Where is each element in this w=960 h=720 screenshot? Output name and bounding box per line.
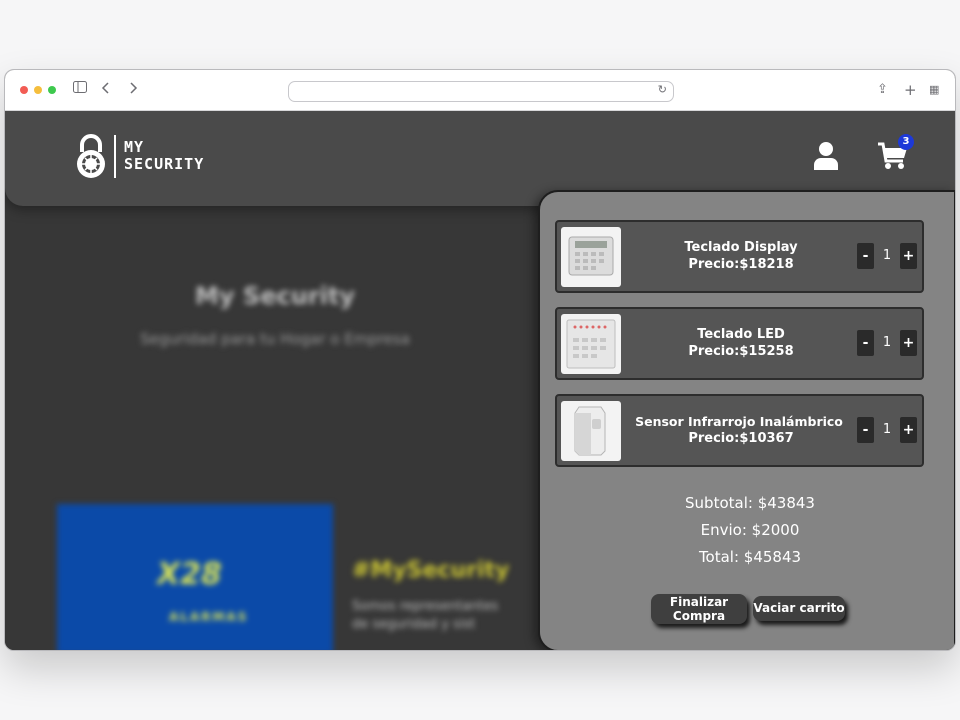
increase-quantity-button[interactable]: +: [900, 417, 917, 443]
hero-title: My Security: [195, 282, 355, 310]
lock-icon[interactable]: [75, 133, 107, 183]
cart-total: Total: $45843: [698, 548, 802, 566]
item-name: Teclado Display: [684, 240, 798, 255]
browser-window: ↻ ⇪ + ▦ MY SECURITY 3 My Security Seguri…: [4, 69, 956, 651]
share-icon[interactable]: ⇪: [877, 81, 888, 99]
item-quantity: 1: [882, 422, 892, 437]
product-image-teclado-display: [561, 227, 621, 287]
maximize-window-button[interactable]: [48, 86, 56, 94]
checkout-button-line-2: Compra: [672, 609, 726, 623]
brand-image: X28 ALARMAS: [57, 504, 333, 650]
tab-overview-icon[interactable]: ▦: [929, 81, 939, 99]
address-bar[interactable]: ↻: [288, 81, 674, 102]
decrease-quantity-button[interactable]: -: [857, 330, 874, 356]
cart-item: Teclado LED Precio:$15258 - 1 +: [555, 307, 924, 380]
decrease-quantity-button[interactable]: -: [857, 417, 874, 443]
browser-toolbar: ↻ ⇪ + ▦: [5, 70, 955, 111]
reload-icon[interactable]: ↻: [658, 83, 667, 96]
logo-line-1: MY: [124, 138, 145, 156]
cart-panel: Teclado Display Precio:$18218 - 1 + Tecl: [538, 190, 955, 650]
item-price: Precio:$10367: [688, 431, 794, 446]
about-text: Somos representantes de seguridad y sist: [352, 599, 499, 632]
chevron-right-icon[interactable]: [128, 81, 138, 101]
cart-count-badge: 3: [898, 134, 914, 150]
cart-item: Sensor Infrarrojo Inalámbrico Precio:$10…: [555, 394, 924, 467]
user-icon[interactable]: [813, 141, 839, 175]
product-image-sensor-infrarrojo: [561, 401, 621, 461]
logo-divider: [114, 135, 116, 178]
minimize-window-button[interactable]: [34, 86, 42, 94]
checkout-button-line-1: Finalizar: [669, 595, 729, 609]
hashtag-heading: #MySecurity: [352, 558, 510, 583]
page-content: MY SECURITY 3 My Security Seguridad para…: [5, 111, 955, 650]
logo-text[interactable]: MY SECURITY: [124, 139, 204, 173]
item-name: Sensor Infrarrojo Inalámbrico: [635, 414, 843, 429]
sidebar-toggle-icon[interactable]: [73, 81, 87, 99]
hero-subtitle: Seguridad para tu Hogar o Empresa: [140, 330, 410, 348]
chevron-left-icon[interactable]: [101, 81, 111, 101]
increase-quantity-button[interactable]: +: [900, 243, 917, 269]
item-quantity: 1: [882, 335, 892, 350]
decrease-quantity-button[interactable]: -: [857, 243, 874, 269]
item-name: Teclado LED: [697, 327, 785, 342]
brand-tagline: ALARMAS: [169, 610, 249, 624]
item-price: Precio:$18218: [688, 257, 794, 272]
clear-cart-button[interactable]: Vaciar carrito: [753, 596, 845, 621]
new-tab-icon[interactable]: +: [904, 81, 917, 99]
cart-item: Teclado Display Precio:$18218 - 1 +: [555, 220, 924, 293]
product-image-teclado-led: [561, 314, 621, 374]
cart-subtotal: Subtotal: $43843: [685, 494, 815, 512]
brand-logo: X28: [157, 557, 222, 592]
cart-shipping: Envio: $2000: [700, 521, 800, 539]
logo-line-2: SECURITY: [124, 155, 205, 173]
increase-quantity-button[interactable]: +: [900, 330, 917, 356]
close-window-button[interactable]: [20, 86, 28, 94]
item-price: Precio:$15258: [688, 344, 794, 359]
item-quantity: 1: [882, 248, 892, 263]
checkout-button[interactable]: Finalizar Compra: [651, 594, 747, 624]
